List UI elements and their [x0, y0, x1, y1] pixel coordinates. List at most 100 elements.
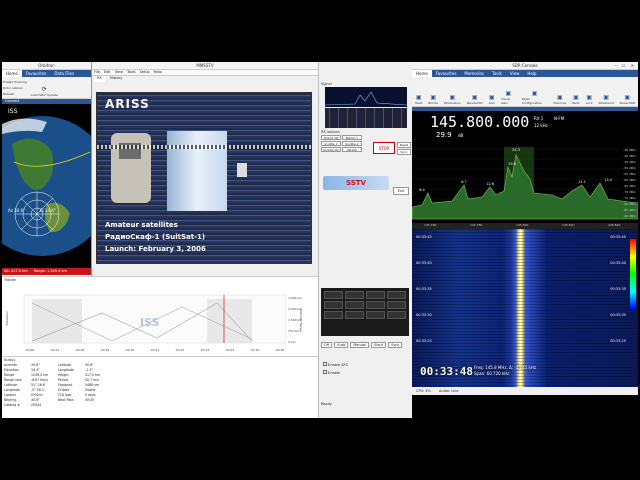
y-right-tick-label: 1,500 km: [288, 318, 302, 322]
mode-button[interactable]: Scottie 1: [321, 141, 341, 146]
sstv-menu-item[interactable]: Tools: [127, 70, 136, 75]
sdr-tab[interactable]: Help: [523, 70, 540, 77]
bottom-tab[interactable]: Manual: [350, 342, 370, 348]
ribbon-label: Bandwidth: [466, 101, 483, 105]
mode-button[interactable]: PD120: [342, 147, 362, 152]
bandwidth-label[interactable]: 12 kHz: [534, 123, 548, 128]
ribbon-label: Previous: [553, 101, 567, 105]
lower-grid-button[interactable]: [366, 301, 385, 309]
tab-history[interactable]: History: [107, 76, 125, 82]
sky-radar: [14, 191, 60, 237]
waterfall-colorbar: [630, 239, 636, 309]
bottom-tabs: Off Auto Manual Slant Sync: [321, 342, 403, 348]
lower-grid-button[interactable]: [387, 301, 406, 309]
sdr-spectrum: 6.4 8.7 12.6 24.3 19.0 11.1 13.4 -35 dBm -40 dB…: [412, 143, 638, 223]
sdr-ribbon-button[interactable]: ▣ Modulation: [441, 77, 464, 106]
ribbon-icon: ▣: [531, 90, 538, 97]
sstv-menu-item[interactable]: File: [94, 70, 100, 75]
orbitron-status-panel: Status Azimuth 30.6° Latitude 50.6° Elevatio…: [2, 356, 318, 418]
sdr-ribbon-button[interactable]: ▣ Redo: [569, 77, 583, 106]
sdr-ribbon-button[interactable]: ▣ Radio Configuration: [519, 77, 551, 106]
lower-grid-button[interactable]: [387, 311, 406, 319]
bottom-tab[interactable]: Sync: [387, 342, 403, 348]
sdr-ribbon-button[interactable]: ▣ Wideband: [596, 77, 617, 106]
sdr-ribbon-button[interactable]: ▣ PowerSDR: [617, 77, 638, 106]
x-tick-label: 00:35: [251, 348, 260, 352]
sstv-tabs: RX History: [92, 76, 318, 82]
ribbon-icon: ▣: [624, 94, 631, 101]
tab-favourites[interactable]: Favourites: [22, 70, 51, 77]
sstv-menu-item[interactable]: View: [115, 70, 123, 75]
tab-data-files[interactable]: Data Files: [50, 70, 78, 77]
lower-grid-button[interactable]: [345, 311, 364, 319]
sdr-ribbon-button[interactable]: ▣ Start: [412, 77, 425, 106]
sdr-ribbon-button[interactable]: ▣ Previous: [551, 77, 570, 106]
afc-checkbox[interactable]: Enable AFC: [323, 362, 348, 367]
x-tick-label: 00:36: [276, 348, 285, 352]
mode-button[interactable]: Martin 1: [342, 135, 362, 140]
tab-rx[interactable]: RX: [94, 76, 105, 82]
auto-update-label: Automatic Update: [30, 93, 58, 97]
tab-home[interactable]: Home: [2, 70, 22, 77]
mode-label[interactable]: N-FM: [554, 116, 564, 121]
ribbon-icon: ▣: [505, 90, 512, 97]
sstv-menu-item[interactable]: Setup: [140, 70, 150, 75]
lower-grid-button[interactable]: [345, 291, 364, 299]
exit-button[interactable]: Exit: [393, 187, 409, 195]
x-tick-label: 00:34: [226, 348, 235, 352]
sdr-tab[interactable]: Memories: [460, 70, 488, 77]
sync-button[interactable]: Sync: [397, 149, 411, 155]
lower-grid-button[interactable]: [324, 311, 343, 319]
sdr-ribbon-button[interactable]: ▣ Bandwidth: [464, 77, 486, 106]
sdr-waterfall: 00:33:45 00:33:45 00:33:40 00:33:40 00:33:35…: [412, 229, 638, 387]
orbitron-tabs: Home Favourites Data Files: [2, 70, 91, 77]
reset-button[interactable]: Reset: [397, 142, 411, 148]
orbitron-globe-view: ISS Az 30.6° El 14.4°: [2, 104, 91, 268]
sdr-tab[interactable]: Tools: [488, 70, 506, 77]
signal-label: Signal: [321, 82, 332, 86]
clock-display: 00:33:48: [420, 365, 473, 378]
x-tick-label: 00:26: [26, 348, 35, 352]
sdr-ribbon-button[interactable]: ▣ AGC: [486, 77, 498, 106]
window-controls[interactable]: – ☐ ✕: [615, 62, 636, 70]
stop-button[interactable]: STOP: [373, 142, 395, 154]
enable-tracking-button[interactable]: Enable Tracking: [3, 80, 27, 84]
enable-checkbox[interactable]: Enable: [323, 370, 348, 375]
frequency-readout[interactable]: 145.800.000: [430, 113, 529, 131]
spectrum-plot: 6.4 8.7 12.6 24.3 19.0 11.1 13.4 -35 dBm -40 dB…: [412, 147, 638, 220]
altitude-readout: Alt: 417.0 km: [4, 269, 28, 273]
sdr-ribbon-button[interactable]: ▣ Visual Gain: [498, 77, 519, 106]
tracker-x-ticks: 00:26 00:27 00:28 00:29 00:30 00:31 00:32 00:33…: [26, 348, 285, 352]
lower-grid-button[interactable]: [324, 291, 343, 299]
sstv-menu-item[interactable]: Edit: [104, 70, 111, 75]
peak-label: 19.0: [508, 162, 516, 166]
db-scale-label: -60 dBm: [623, 178, 636, 182]
sdr-tab[interactable]: View: [506, 70, 524, 77]
bottom-tab[interactable]: Slant: [371, 342, 386, 348]
lower-grid-button[interactable]: [387, 291, 406, 299]
sdr-tab[interactable]: Favourites: [432, 70, 461, 77]
sdr-ribbon-button[interactable]: ▣ Blocks: [425, 77, 441, 106]
automatic-update-button[interactable]: ⟳ Automatic Update: [28, 77, 61, 98]
lower-grid-button[interactable]: [366, 311, 385, 319]
bottom-tab[interactable]: Off: [321, 342, 333, 348]
waterfall-time-label: 00:33:40: [416, 261, 432, 265]
lower-grid-button[interactable]: [345, 301, 364, 309]
lower-grid-button[interactable]: [366, 291, 385, 299]
mode-button[interactable]: Robot 36: [321, 135, 341, 140]
tracker-y-right-ticks: 3,000 km 2,000 km 1,500 km 750 km 0 km: [288, 296, 302, 344]
sdr-ribbon-button[interactable]: ▣ Lock: [583, 77, 596, 106]
db-scale: -35 dBm -40 dBm -45 dBm -50 dBm -55 dBm -60 d…: [623, 148, 636, 218]
mode-button[interactable]: Scottie 2: [342, 141, 362, 146]
rotor-latlon-button[interactable]: Rotor Lat/Lon: [3, 86, 27, 90]
ribbon-icon: ▣: [489, 94, 495, 101]
sstv-menu-item[interactable]: Help: [154, 70, 162, 75]
tracker-chart: Elevation Altitude, Range ISS 00:26 00:27…: [5, 294, 303, 352]
mode-button[interactable]: Scottie DX: [321, 147, 341, 152]
sdr-tab[interactable]: Home: [412, 70, 432, 77]
bottom-tab[interactable]: Auto: [334, 342, 349, 348]
sstv-title: MMSSTV: [196, 63, 214, 68]
refresh-button[interactable]: Refresh: [3, 92, 27, 96]
freq-tick-label: 145.840: [608, 223, 621, 227]
lower-grid-button[interactable]: [324, 301, 343, 309]
